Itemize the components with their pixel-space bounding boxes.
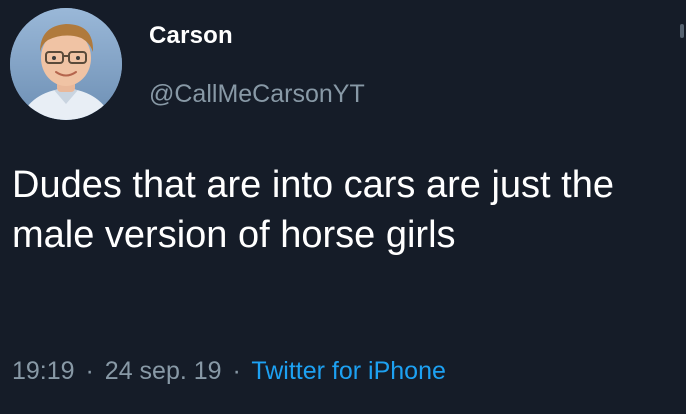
- tweet-text: Dudes that are into cars are just the ma…: [12, 164, 614, 256]
- profile-photo-icon: [10, 8, 122, 120]
- tweet-time[interactable]: 19:19: [12, 357, 75, 385]
- author-display-name[interactable]: Carson: [149, 22, 233, 50]
- tweet-meta: 19:19 · 24 sep. 19 · Twitter for iPhone: [12, 357, 446, 386]
- author-avatar[interactable]: [10, 8, 122, 120]
- meta-separator: ·: [232, 357, 241, 385]
- meta-separator: ·: [85, 357, 94, 385]
- author-handle[interactable]: @CallMeCarsonYT: [149, 80, 365, 109]
- tweet-source-link[interactable]: Twitter for iPhone: [251, 357, 446, 385]
- tweet-date[interactable]: 24 sep. 19: [105, 357, 222, 385]
- tweet-card: Carson @CallMeCarsonYT Dudes that are in…: [0, 0, 686, 414]
- caret-icon[interactable]: [680, 24, 684, 38]
